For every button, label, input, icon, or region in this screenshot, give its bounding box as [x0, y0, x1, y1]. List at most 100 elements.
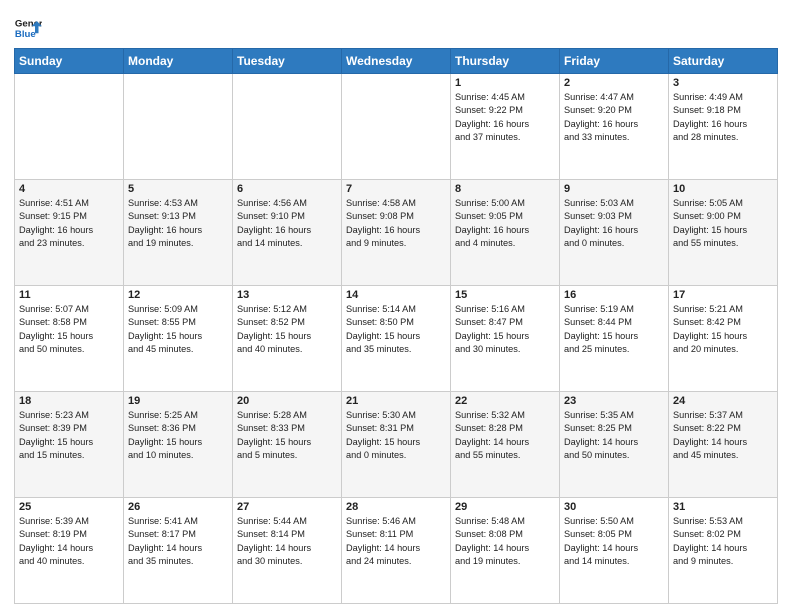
day-number: 13 [237, 289, 337, 301]
day-info: Sunrise: 5:00 AM Sunset: 9:05 PM Dayligh… [455, 197, 555, 250]
week-row-3: 11 Sunrise: 5:07 AM Sunset: 8:58 PM Dayli… [15, 286, 778, 392]
day-cell: 13 Sunrise: 5:12 AM Sunset: 8:52 PM Dayli… [233, 286, 342, 392]
day-cell: 17 Sunrise: 5:21 AM Sunset: 8:42 PM Dayli… [669, 286, 778, 392]
day-cell: 12 Sunrise: 5:09 AM Sunset: 8:55 PM Dayli… [124, 286, 233, 392]
calendar-table: SundayMondayTuesdayWednesdayThursdayFrid… [14, 48, 778, 604]
day-cell: 3Sunrise: 4:49 AM Sunset: 9:18 PM Daylig… [669, 74, 778, 180]
day-cell: 1 Sunrise: 4:45 AM Sunset: 9:22 PM Daylig… [451, 74, 560, 180]
day-info: Sunrise: 5:23 AM Sunset: 8:39 PM Dayligh… [19, 409, 119, 462]
day-info: Sunrise: 5:30 AM Sunset: 8:31 PM Dayligh… [346, 409, 446, 462]
day-cell: 9Sunrise: 5:03 AM Sunset: 9:03 PM Daylig… [560, 180, 669, 286]
day-number: 22 [455, 395, 555, 407]
day-info: Sunrise: 5:28 AM Sunset: 8:33 PM Dayligh… [237, 409, 337, 462]
day-cell: 6 Sunrise: 4:56 AM Sunset: 9:10 PM Daylig… [233, 180, 342, 286]
day-number: 10 [673, 183, 773, 195]
day-cell: 21 Sunrise: 5:30 AM Sunset: 8:31 PM Dayli… [342, 392, 451, 498]
day-info: Sunrise: 5:37 AM Sunset: 8:22 PM Dayligh… [673, 409, 773, 462]
day-cell: 31 Sunrise: 5:53 AM Sunset: 8:02 PM Dayli… [669, 498, 778, 604]
logo-icon: General Blue [14, 14, 42, 42]
day-info: Sunrise: 4:58 AM Sunset: 9:08 PM Dayligh… [346, 197, 446, 250]
day-info: Sunrise: 4:49 AM Sunset: 9:18 PM Dayligh… [673, 91, 773, 144]
weekday-header-wednesday: Wednesday [342, 49, 451, 74]
weekday-header-tuesday: Tuesday [233, 49, 342, 74]
day-cell [15, 74, 124, 180]
day-number: 5 [128, 183, 228, 195]
day-info: Sunrise: 4:51 AM Sunset: 9:15 PM Dayligh… [19, 197, 119, 250]
day-number: 11 [19, 289, 119, 301]
day-number: 21 [346, 395, 446, 407]
day-cell: 22 Sunrise: 5:32 AM Sunset: 8:28 PM Dayli… [451, 392, 560, 498]
day-number: 15 [455, 289, 555, 301]
day-cell: 19Sunrise: 5:25 AM Sunset: 8:36 PM Dayli… [124, 392, 233, 498]
day-number: 1 [455, 77, 555, 89]
week-row-1: 1 Sunrise: 4:45 AM Sunset: 9:22 PM Daylig… [15, 74, 778, 180]
day-number: 30 [564, 501, 664, 513]
day-cell [233, 74, 342, 180]
day-info: Sunrise: 5:16 AM Sunset: 8:47 PM Dayligh… [455, 303, 555, 356]
week-row-4: 18 Sunrise: 5:23 AM Sunset: 8:39 PM Dayli… [15, 392, 778, 498]
logo: General Blue [14, 14, 42, 42]
day-info: Sunrise: 5:50 AM Sunset: 8:05 PM Dayligh… [564, 515, 664, 568]
day-cell: 5 Sunrise: 4:53 AM Sunset: 9:13 PM Daylig… [124, 180, 233, 286]
day-cell: 27Sunrise: 5:44 AM Sunset: 8:14 PM Dayli… [233, 498, 342, 604]
day-info: Sunrise: 5:09 AM Sunset: 8:55 PM Dayligh… [128, 303, 228, 356]
day-cell: 4 Sunrise: 4:51 AM Sunset: 9:15 PM Daylig… [15, 180, 124, 286]
day-cell: 28Sunrise: 5:46 AM Sunset: 8:11 PM Dayli… [342, 498, 451, 604]
day-number: 31 [673, 501, 773, 513]
day-info: Sunrise: 5:35 AM Sunset: 8:25 PM Dayligh… [564, 409, 664, 462]
weekday-header-saturday: Saturday [669, 49, 778, 74]
week-row-5: 25 Sunrise: 5:39 AM Sunset: 8:19 PM Dayli… [15, 498, 778, 604]
weekday-header-monday: Monday [124, 49, 233, 74]
day-info: Sunrise: 4:45 AM Sunset: 9:22 PM Dayligh… [455, 91, 555, 144]
day-info: Sunrise: 4:53 AM Sunset: 9:13 PM Dayligh… [128, 197, 228, 250]
day-cell: 24 Sunrise: 5:37 AM Sunset: 8:22 PM Dayli… [669, 392, 778, 498]
day-info: Sunrise: 5:21 AM Sunset: 8:42 PM Dayligh… [673, 303, 773, 356]
day-info: Sunrise: 4:56 AM Sunset: 9:10 PM Dayligh… [237, 197, 337, 250]
day-cell: 30 Sunrise: 5:50 AM Sunset: 8:05 PM Dayli… [560, 498, 669, 604]
day-cell: 29 Sunrise: 5:48 AM Sunset: 8:08 PM Dayli… [451, 498, 560, 604]
day-cell: 20 Sunrise: 5:28 AM Sunset: 8:33 PM Dayli… [233, 392, 342, 498]
day-info: Sunrise: 5:14 AM Sunset: 8:50 PM Dayligh… [346, 303, 446, 356]
day-number: 26 [128, 501, 228, 513]
day-number: 25 [19, 501, 119, 513]
day-info: Sunrise: 5:48 AM Sunset: 8:08 PM Dayligh… [455, 515, 555, 568]
day-number: 29 [455, 501, 555, 513]
day-number: 16 [564, 289, 664, 301]
day-cell: 7 Sunrise: 4:58 AM Sunset: 9:08 PM Daylig… [342, 180, 451, 286]
day-info: Sunrise: 5:19 AM Sunset: 8:44 PM Dayligh… [564, 303, 664, 356]
day-cell: 23 Sunrise: 5:35 AM Sunset: 8:25 PM Dayli… [560, 392, 669, 498]
day-number: 18 [19, 395, 119, 407]
day-info: Sunrise: 5:39 AM Sunset: 8:19 PM Dayligh… [19, 515, 119, 568]
day-info: Sunrise: 4:47 AM Sunset: 9:20 PM Dayligh… [564, 91, 664, 144]
day-number: 17 [673, 289, 773, 301]
day-number: 27 [237, 501, 337, 513]
day-number: 7 [346, 183, 446, 195]
day-number: 9 [564, 183, 664, 195]
day-cell: 25 Sunrise: 5:39 AM Sunset: 8:19 PM Dayli… [15, 498, 124, 604]
day-info: Sunrise: 5:41 AM Sunset: 8:17 PM Dayligh… [128, 515, 228, 568]
day-cell: 14 Sunrise: 5:14 AM Sunset: 8:50 PM Dayli… [342, 286, 451, 392]
weekday-header-thursday: Thursday [451, 49, 560, 74]
day-number: 20 [237, 395, 337, 407]
day-number: 4 [19, 183, 119, 195]
day-cell [342, 74, 451, 180]
day-cell: 8Sunrise: 5:00 AM Sunset: 9:05 PM Daylig… [451, 180, 560, 286]
weekday-header-sunday: Sunday [15, 49, 124, 74]
day-cell [124, 74, 233, 180]
day-info: Sunrise: 5:12 AM Sunset: 8:52 PM Dayligh… [237, 303, 337, 356]
day-number: 6 [237, 183, 337, 195]
day-info: Sunrise: 5:32 AM Sunset: 8:28 PM Dayligh… [455, 409, 555, 462]
week-row-2: 4 Sunrise: 4:51 AM Sunset: 9:15 PM Daylig… [15, 180, 778, 286]
weekday-header-row: SundayMondayTuesdayWednesdayThursdayFrid… [15, 49, 778, 74]
day-info: Sunrise: 5:05 AM Sunset: 9:00 PM Dayligh… [673, 197, 773, 250]
day-number: 12 [128, 289, 228, 301]
day-info: Sunrise: 5:07 AM Sunset: 8:58 PM Dayligh… [19, 303, 119, 356]
day-cell: 11 Sunrise: 5:07 AM Sunset: 8:58 PM Dayli… [15, 286, 124, 392]
day-cell: 26 Sunrise: 5:41 AM Sunset: 8:17 PM Dayli… [124, 498, 233, 604]
day-info: Sunrise: 5:53 AM Sunset: 8:02 PM Dayligh… [673, 515, 773, 568]
day-number: 14 [346, 289, 446, 301]
page: General Blue SundayMondayTuesdayWednesda… [0, 0, 792, 612]
svg-text:Blue: Blue [15, 29, 36, 40]
day-number: 23 [564, 395, 664, 407]
day-number: 24 [673, 395, 773, 407]
